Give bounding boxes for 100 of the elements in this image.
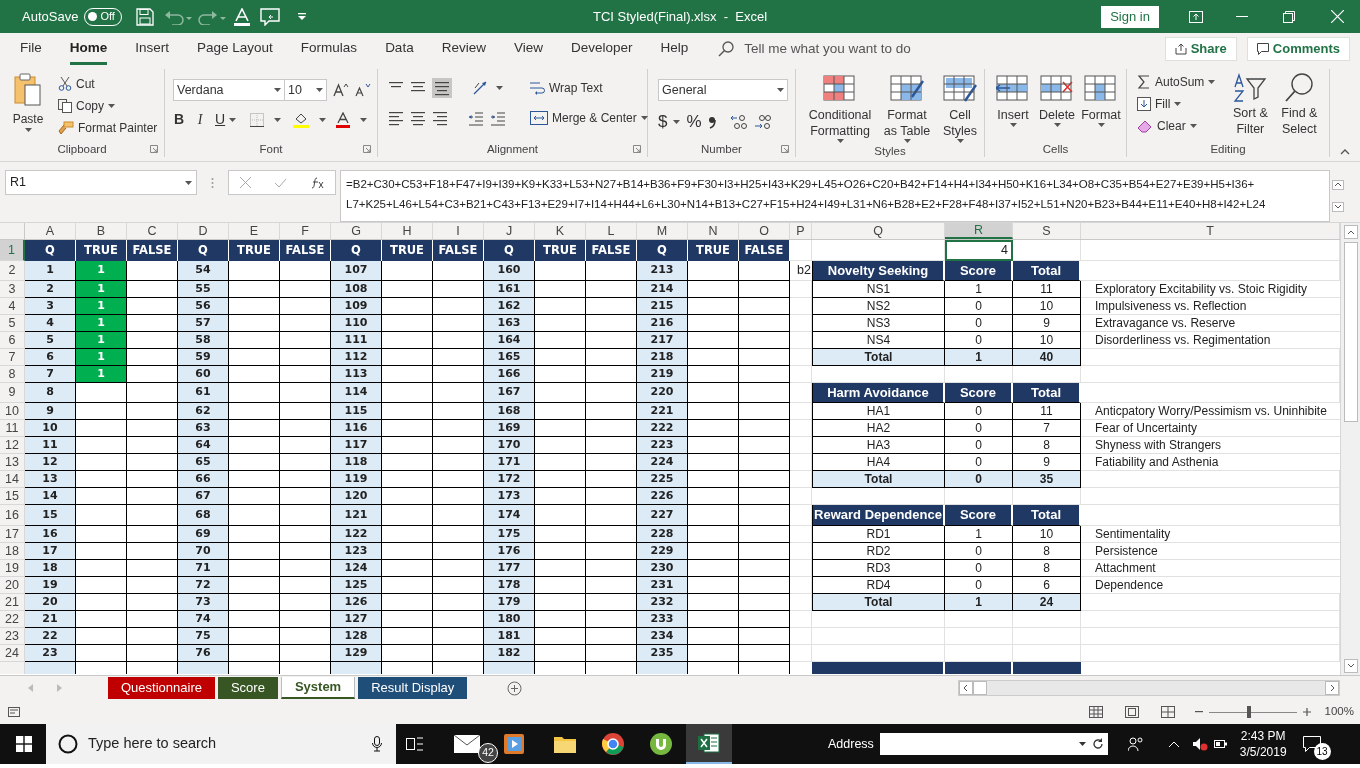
currency-button[interactable]: $ — [658, 109, 668, 135]
comma-style-icon[interactable] — [707, 114, 716, 129]
underline-button[interactable]: U — [215, 109, 237, 130]
font-color-icon[interactable] — [234, 7, 251, 26]
menu-tab[interactable]: View — [513, 33, 543, 65]
windows-start-icon[interactable] — [16, 736, 32, 752]
caret-icon[interactable] — [360, 117, 368, 122]
row-header[interactable]: 7 — [0, 349, 25, 366]
caret-icon[interactable] — [1053, 123, 1061, 127]
scroll-up-icon[interactable] — [1343, 225, 1358, 239]
page-layout-icon[interactable] — [1124, 706, 1139, 718]
percent-button[interactable]: % — [686, 109, 702, 135]
clock-time[interactable]: 2:43 PM — [1240, 728, 1286, 744]
find-select-button[interactable]: Find & Select — [1275, 69, 1324, 141]
torrent-icon[interactable] — [650, 733, 672, 755]
selected-cell[interactable]: 4 — [945, 240, 1013, 261]
close-icon[interactable] — [1331, 10, 1344, 23]
increase-indent-icon[interactable] — [490, 110, 506, 126]
row-header[interactable]: 2 — [0, 261, 25, 281]
spreadsheet-app-icon[interactable] — [698, 733, 720, 753]
row-header[interactable]: 4 — [0, 298, 25, 315]
column-header[interactable]: E — [229, 223, 280, 239]
menu-tab[interactable]: Review — [441, 33, 486, 65]
zoom-level[interactable]: 100% — [1324, 703, 1354, 721]
caret-icon[interactable] — [836, 139, 844, 143]
number-format-field[interactable]: General — [658, 79, 788, 101]
fill-color-icon[interactable] — [293, 111, 310, 128]
caret-icon[interactable] — [274, 117, 282, 122]
caret-icon[interactable] — [956, 139, 964, 143]
wrap-text-button[interactable]: Wrap Text — [527, 77, 605, 99]
caret-icon[interactable] — [1189, 124, 1197, 128]
caret-icon[interactable] — [316, 88, 323, 92]
caret-icon[interactable] — [673, 119, 681, 124]
decrease-decimal-icon[interactable] — [753, 113, 772, 130]
format-painter-button[interactable]: Format Painter — [56, 117, 160, 139]
row-header[interactable]: 23 — [0, 628, 25, 645]
column-header[interactable]: P — [790, 223, 812, 239]
row-header[interactable]: 14 — [0, 471, 25, 488]
media-player-icon[interactable] — [504, 734, 524, 754]
menu-tab[interactable]: Formulas — [300, 33, 358, 65]
column-header[interactable]: J — [484, 223, 535, 239]
menu-tab[interactable]: File — [20, 33, 42, 65]
cut-button[interactable]: Cut — [56, 73, 160, 95]
caret-icon[interactable] — [274, 88, 281, 92]
zoom-in-icon[interactable] — [1302, 708, 1311, 716]
scroll-left-icon[interactable] — [959, 681, 973, 695]
macro-icon[interactable] — [8, 707, 20, 717]
cell-styles-button[interactable]: Cell Styles — [938, 69, 982, 143]
caret-icon[interactable] — [24, 128, 32, 132]
touch-mode-icon[interactable] — [260, 7, 281, 26]
sheet-tab[interactable]: System — [280, 677, 356, 699]
caret-icon[interactable] — [229, 117, 237, 122]
caret-icon[interactable] — [108, 104, 115, 108]
copy-button[interactable]: Copy — [56, 95, 160, 117]
merge-center-button[interactable]: Merge & Center — [528, 107, 650, 129]
row-header[interactable]: 17 — [0, 526, 25, 543]
scroll-down-icon[interactable] — [1332, 202, 1344, 212]
row-header[interactable]: 24 — [0, 645, 25, 662]
customize-icon[interactable] — [298, 12, 307, 21]
dialog-launcher-icon[interactable] — [781, 145, 789, 153]
font-family-field[interactable]: Verdana — [173, 79, 285, 101]
save-icon[interactable] — [136, 7, 155, 26]
formula-field[interactable]: =B2+C30+C53+F18+F47+I9+I39+K9+K33+L53+N27+B14+B36+F9+F30+I3+H25+I43+K29+L45+O26+C20+B42+F14+H4+I34+H50+K16+L34+O8+C35+B54+E27+E39+H5+I36+ L7+K25+L46+L54+C3+B21+C43+F13+E29+I7+I14+H44+L6+L30+N14+B13+C27+F15+H24+I49+L31+N6+B28+E2+F28+F48+I37+I52+L51+N20+B23+B44+E11+E40+H8+I42+L24 — [340, 170, 1330, 222]
row-header[interactable]: 9 — [0, 383, 25, 403]
row-header[interactable]: 13 — [0, 454, 25, 471]
column-header[interactable]: C — [127, 223, 178, 239]
search-icon[interactable] — [718, 41, 735, 57]
column-header[interactable]: H — [382, 223, 433, 239]
column-header[interactable]: M — [637, 223, 688, 239]
column-header[interactable]: D — [178, 223, 229, 239]
decrease-indent-icon[interactable] — [468, 110, 484, 126]
caret-icon[interactable] — [903, 139, 911, 143]
insert-button[interactable]: Insert — [993, 69, 1033, 127]
paste-button[interactable]: Paste — [6, 69, 50, 141]
sort-filter-button[interactable]: Sort & Filter — [1227, 69, 1274, 141]
insert-function-icon[interactable] — [309, 176, 324, 189]
grow-font-icon[interactable] — [333, 83, 349, 97]
battery-icon[interactable] — [1213, 738, 1228, 750]
fill-button[interactable]: Fill — [1135, 93, 1218, 115]
caret-icon[interactable] — [1208, 80, 1216, 84]
menu-tab[interactable]: Developer — [570, 33, 633, 65]
row-header[interactable]: 22 — [0, 611, 25, 628]
minimize-icon[interactable] — [1236, 15, 1248, 18]
comments-button[interactable]: Comments — [1246, 37, 1350, 61]
caret-icon[interactable] — [185, 180, 192, 185]
column-header[interactable]: I — [433, 223, 484, 239]
row-header[interactable]: 5 — [0, 315, 25, 332]
row-header[interactable]: 10 — [0, 403, 25, 420]
row-header[interactable]: 21 — [0, 594, 25, 611]
sheet-tab[interactable]: Score — [217, 677, 278, 699]
align-left-icon[interactable] — [388, 110, 404, 126]
clear-button[interactable]: Clear — [1135, 115, 1218, 137]
shrink-font-icon[interactable] — [355, 83, 371, 97]
normal-view-icon[interactable] — [1088, 706, 1103, 718]
delete-button[interactable]: Delete — [1037, 69, 1077, 127]
scrollbar-thumb[interactable] — [1343, 242, 1358, 422]
ribbon-display-icon[interactable] — [1189, 10, 1203, 23]
row-header[interactable]: 16 — [0, 505, 25, 526]
column-header[interactable]: L — [586, 223, 637, 239]
column-header[interactable]: B — [76, 223, 127, 239]
